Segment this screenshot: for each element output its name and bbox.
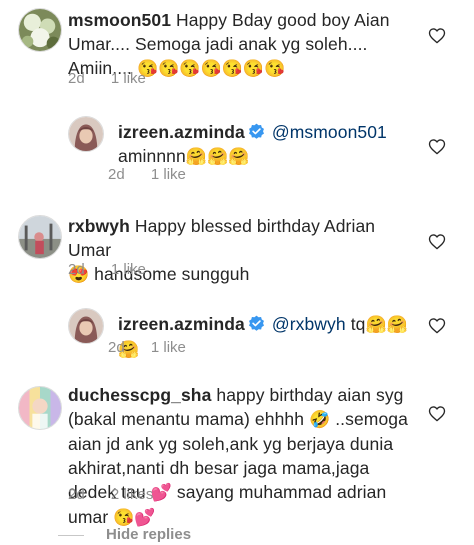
comment-time: 2d: [68, 70, 85, 87]
reply-mention[interactable]: @rxbwyh: [272, 314, 346, 334]
comment-time: 2d: [68, 486, 85, 503]
reply-text: izreen.azminda @msmoon501 aminnnn🤗🤗🤗: [118, 120, 418, 169]
like-heart-icon[interactable]: [428, 317, 446, 334]
colorful-avatar-icon[interactable]: [18, 386, 62, 430]
reply-likes[interactable]: 1 like: [151, 166, 186, 183]
comment-emoji-3: 😘💕: [113, 508, 156, 527]
comment-emoji-2: 💕: [150, 483, 172, 502]
comment-meta: 2d 2 likes: [68, 486, 153, 503]
reply-time: 2d: [108, 339, 125, 356]
comment-username[interactable]: msmoon501: [68, 10, 171, 30]
hide-replies-label[interactable]: Hide replies: [106, 526, 191, 543]
divider-line: [58, 534, 84, 536]
comment-likes[interactable]: 1 like: [111, 70, 146, 87]
reply-body: tq: [350, 314, 366, 334]
like-heart-icon[interactable]: [428, 233, 446, 250]
woman-hijab-avatar-icon[interactable]: [68, 308, 104, 344]
verified-badge-icon: [248, 315, 265, 332]
reply-emoji: 🤗🤗🤗: [185, 147, 250, 166]
reply-meta: 2d 1 like: [108, 166, 186, 183]
reply-time: 2d: [108, 166, 125, 183]
reply-username[interactable]: izreen.azminda: [118, 122, 245, 142]
reply-meta: 2d 1 like: [108, 339, 186, 356]
like-heart-icon[interactable]: [428, 138, 446, 155]
plant-avatar-icon[interactable]: [18, 8, 62, 52]
verified-badge-icon: [248, 123, 265, 140]
reply-mention[interactable]: @msmoon501: [272, 122, 387, 142]
woman-hijab-avatar-icon[interactable]: [68, 116, 104, 152]
comment-meta: 2d 1 like: [68, 261, 146, 278]
like-heart-icon[interactable]: [428, 405, 446, 422]
comment-emoji: 😘😘😘😘😘😘😘: [137, 59, 286, 78]
comment-text: duchesscpg_sha happy birthday aian syg (…: [68, 383, 413, 530]
comment-emoji: 🤣: [309, 410, 331, 429]
comment-likes[interactable]: 2 likes: [111, 486, 154, 503]
comment-username[interactable]: rxbwyh: [68, 216, 130, 236]
reply-likes[interactable]: 1 like: [151, 339, 186, 356]
comment-meta: 2d 1 like: [68, 70, 146, 87]
reply-body: aminnnn: [118, 146, 186, 166]
like-heart-icon[interactable]: [428, 27, 446, 44]
reply-username[interactable]: izreen.azminda: [118, 314, 245, 334]
outdoor-avatar-icon[interactable]: [18, 215, 62, 259]
hide-replies-button[interactable]: Hide replies: [58, 526, 191, 543]
comment-time: 2d: [68, 261, 85, 278]
comment-likes[interactable]: 1 like: [111, 261, 146, 278]
comment-username[interactable]: duchesscpg_sha: [68, 385, 211, 405]
